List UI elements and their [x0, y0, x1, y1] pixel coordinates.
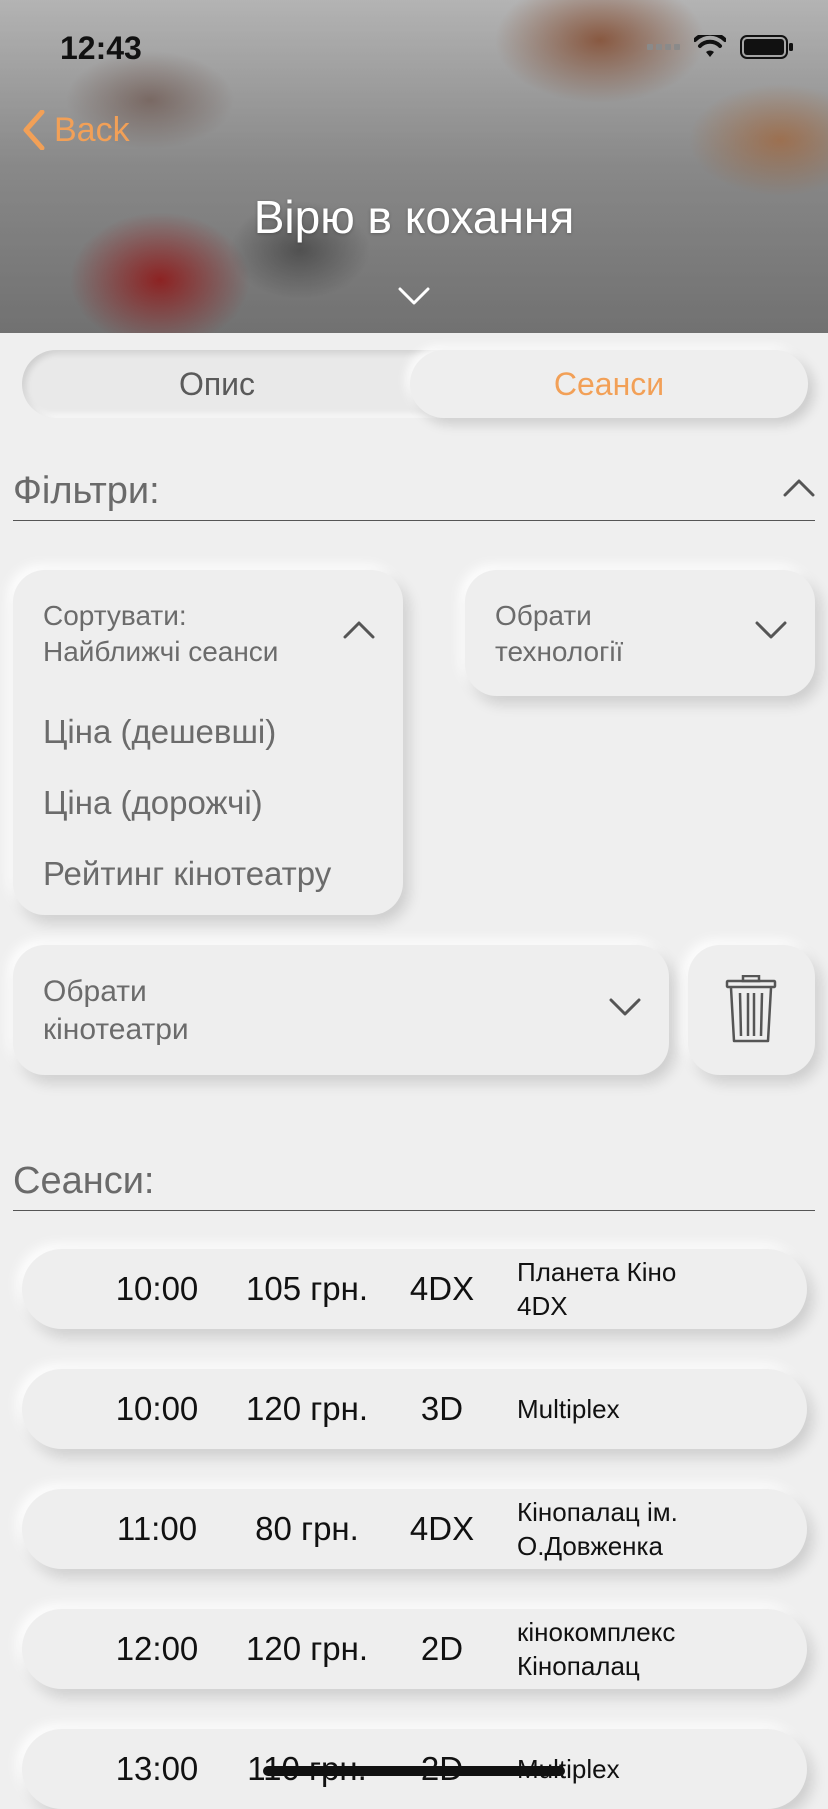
cinemas-dropdown[interactable]: Обрати кінотеатри [13, 945, 669, 1075]
session-time: 13:00 [115, 1750, 199, 1787]
cinemas-label: Обрати кінотеатри [43, 973, 189, 1049]
back-label: Back [54, 110, 130, 149]
session-cinema-line2: О.Довженка [517, 1531, 663, 1561]
technology-label-line1: Обрати [495, 600, 592, 631]
session-row[interactable]: 12:00 120 грн. 2D кінокомплекс Кінопалац [22, 1609, 807, 1689]
chevron-left-icon [23, 110, 45, 150]
technology-dropdown[interactable]: Обрати технології [465, 570, 815, 696]
chevron-up-icon [783, 479, 815, 497]
session-technology: 2D [420, 1630, 464, 1667]
session-cinema-line1: Кінопалац ім. [517, 1497, 678, 1527]
movie-title: Вірю в кохання [253, 191, 575, 243]
status-time: 12:43 [60, 30, 142, 66]
sort-selected-value: Найближчі сеанси [43, 636, 279, 667]
filters-header[interactable]: Фільтри: [13, 470, 815, 521]
segmented-control: Опис Сеанси [22, 350, 808, 418]
sort-label-line1: Сортувати: [43, 600, 187, 631]
session-time: 10:00 [115, 1270, 199, 1307]
session-row[interactable]: 11:00 80 грн. 4DX Кінопалац ім. О.Довженк… [22, 1489, 807, 1569]
sort-dropdown[interactable]: Сортувати: Найближчі сеанси Ціна (дешевш… [13, 570, 403, 915]
sort-option-price-desc[interactable]: Ціна (дорожчі) [43, 784, 263, 822]
cinemas-label-line1: Обрати [43, 975, 147, 1008]
session-cinema: кінокомплекс Кінопалац [517, 1609, 797, 1689]
technology-label-line2: технології [495, 636, 624, 667]
session-cinema: Планета Кіно 4DX [517, 1249, 797, 1329]
tab-description[interactable]: Опис [22, 350, 412, 418]
status-icons [647, 34, 794, 60]
session-technology: 3D [420, 1390, 464, 1427]
session-cinema-line2: 4DX [517, 1291, 568, 1321]
session-cinema-line1: Multiplex [517, 1394, 620, 1424]
chevron-down-icon [398, 287, 430, 305]
session-price: 120 грн. [245, 1630, 368, 1667]
session-cinema-line1: кінокомплекс [517, 1617, 676, 1647]
back-button[interactable]: Back [22, 110, 130, 150]
session-technology: 4DX [409, 1270, 475, 1307]
session-price: 105 грн. [245, 1270, 368, 1307]
technology-label: Обрати технології [495, 598, 623, 670]
clear-filters-button[interactable] [688, 945, 815, 1075]
session-row[interactable]: 10:00 105 грн. 4DX Планета Кіно 4DX [22, 1249, 807, 1329]
session-cinema-line2: Кінопалац [517, 1651, 640, 1681]
chevron-down-icon [755, 621, 787, 639]
expand-header-button[interactable] [398, 286, 430, 311]
session-time: 10:00 [115, 1390, 199, 1427]
signal-icon [647, 44, 680, 50]
battery-icon [740, 35, 793, 59]
session-cinema: Multiplex [517, 1369, 797, 1449]
session-price: 80 грн. [255, 1510, 359, 1547]
session-cinema-line1: Планета Кіно [517, 1257, 677, 1287]
filters-title: Фільтри: [13, 470, 160, 512]
home-indicator[interactable] [263, 1766, 565, 1776]
cinemas-label-line2: кінотеатри [43, 1013, 189, 1046]
sort-option-rating[interactable]: Рейтинг кінотеатру [43, 855, 331, 893]
sort-option-price-asc[interactable]: Ціна (дешевші) [43, 713, 276, 751]
session-technology: 4DX [409, 1510, 475, 1547]
chevron-up-icon [343, 621, 375, 639]
wifi-icon [694, 35, 726, 57]
chevron-down-icon [609, 998, 641, 1016]
session-cinema: Кінопалац ім. О.Довженка [517, 1489, 797, 1569]
session-price: 120 грн. [245, 1390, 368, 1427]
sessions-header: Сеанси: [13, 1160, 815, 1211]
session-row[interactable]: 10:00 120 грн. 3D Multiplex [22, 1369, 807, 1449]
sessions-title: Сеанси: [13, 1160, 155, 1202]
trash-icon [725, 975, 777, 1043]
session-time: 11:00 [116, 1510, 198, 1547]
tab-sessions[interactable]: Сеанси [410, 350, 808, 418]
session-time: 12:00 [115, 1630, 199, 1667]
sort-label: Сортувати: Найближчі сеанси [43, 598, 278, 670]
